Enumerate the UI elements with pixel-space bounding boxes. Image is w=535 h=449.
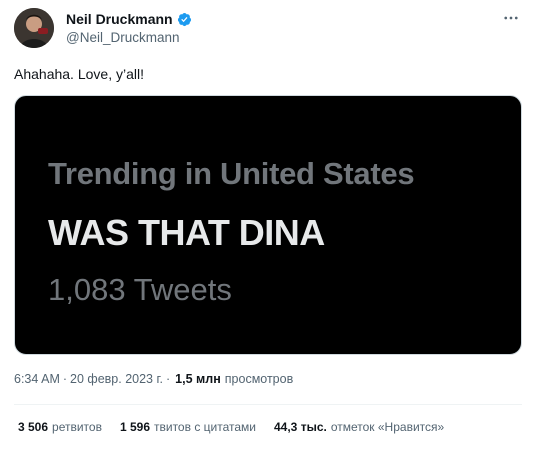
likes-stat[interactable]: 44,3 тыс. отметок «Нравится» <box>274 420 444 434</box>
trend-tweet-count: 1,083 Tweets <box>48 272 232 307</box>
tweet-date[interactable]: 20 февр. 2023 г. <box>70 372 163 386</box>
likes-count: 44,3 тыс. <box>274 420 327 434</box>
more-horizontal-icon <box>504 16 518 20</box>
tweet-card: Neil Druckmann @Neil_Druckmann Ahahaha. … <box>0 0 535 449</box>
avatar-image <box>14 8 54 48</box>
trend-name: WAS THAT DINA <box>48 212 325 253</box>
meta-separator: · <box>166 372 171 386</box>
author-handle[interactable]: @Neil_Druckmann <box>66 30 180 45</box>
avatar[interactable] <box>14 8 54 48</box>
views-count: 1,5 млн <box>175 372 221 386</box>
tweet-media-image[interactable]: Trending in United States WAS THAT DINA … <box>14 95 522 355</box>
quotes-label: твитов с цитатами <box>154 420 256 434</box>
retweets-count: 3 506 <box>18 420 49 434</box>
quotes-count: 1 596 <box>119 420 150 434</box>
meta-separator: · <box>62 372 68 386</box>
author-name[interactable]: Neil Druckmann <box>66 11 173 27</box>
tweet-time[interactable]: 6:34 AM <box>14 372 60 386</box>
trend-context: Trending in United States <box>48 156 415 191</box>
engagement-stats: 3 506 ретвитов 1 596 твитов с цитатами 4… <box>18 420 444 434</box>
quote-tweets-stat[interactable]: 1 596 твитов с цитатами <box>120 420 256 434</box>
likes-label: отметок «Нравится» <box>330 420 445 434</box>
retweets-stat[interactable]: 3 506 ретвитов <box>18 420 102 434</box>
views-label: просмотров <box>224 372 294 386</box>
divider <box>14 404 522 405</box>
tweet-text: Ahahaha. Love, y’all! <box>14 66 144 82</box>
verified-badge-icon <box>177 12 192 27</box>
author-name-row: Neil Druckmann <box>66 11 192 27</box>
more-options-button[interactable] <box>501 8 521 28</box>
tweet-meta: 6:34 AM · 20 февр. 2023 г. · 1,5 млн про… <box>14 372 293 386</box>
retweets-label: ретвитов <box>52 420 102 434</box>
